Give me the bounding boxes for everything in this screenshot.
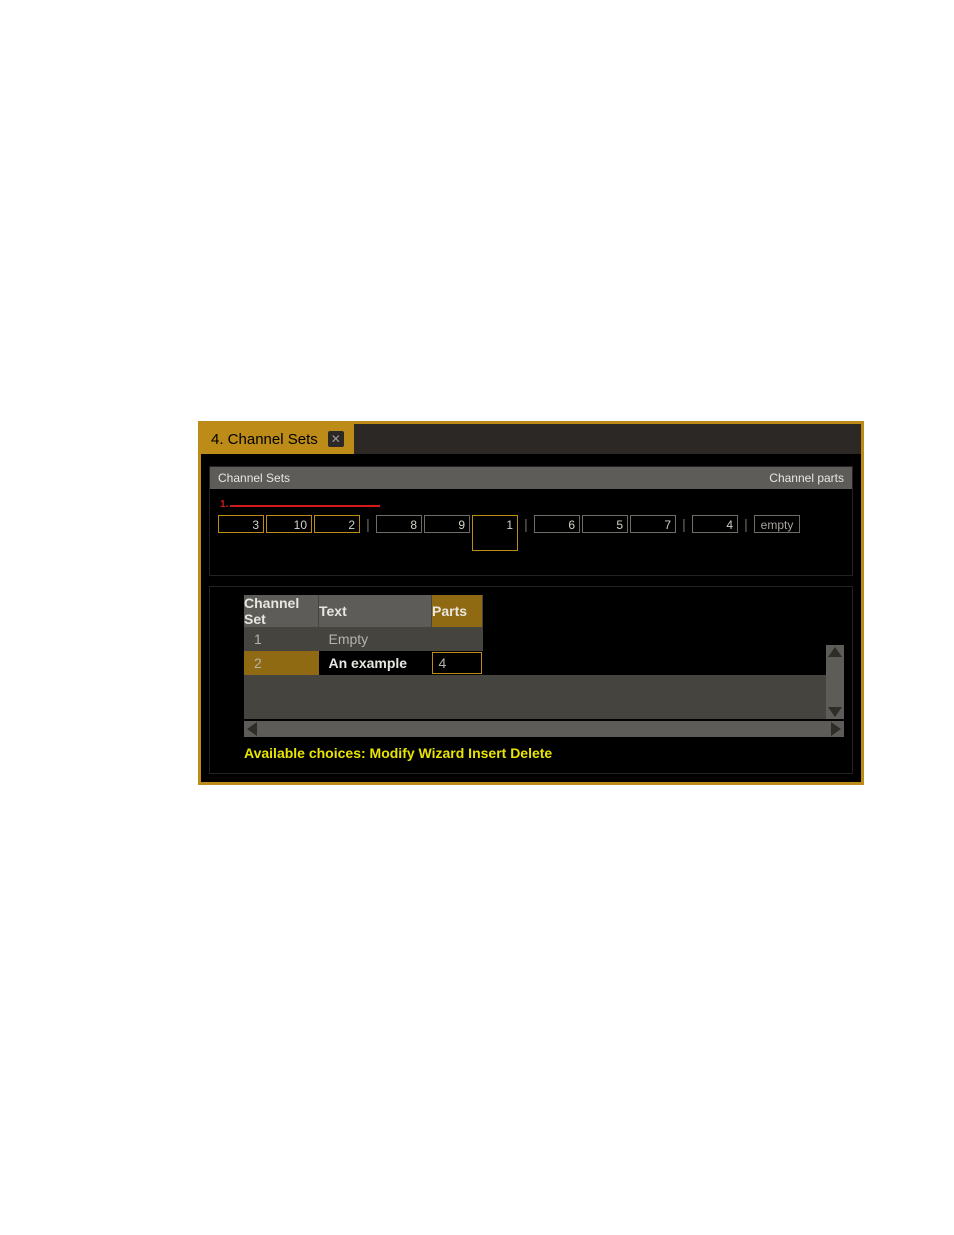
- slot[interactable]: 10: [266, 515, 312, 533]
- tab-bar: 4. Channel Sets ✕: [201, 424, 861, 454]
- scroll-left-icon[interactable]: [247, 722, 257, 736]
- close-icon[interactable]: ✕: [328, 431, 344, 447]
- cell-parts: [432, 627, 483, 651]
- slot[interactable]: 8: [376, 515, 422, 533]
- slot[interactable]: 9: [424, 515, 470, 533]
- slot-empty[interactable]: empty: [754, 515, 800, 533]
- parts-field[interactable]: 4: [432, 652, 482, 674]
- cell-text: An example: [319, 651, 432, 675]
- lower-panel: Channel Set Text Parts 1 Empty 2 An exam…: [209, 586, 853, 774]
- group-separator: |: [520, 515, 532, 533]
- slot[interactable]: 6: [534, 515, 580, 533]
- upper-panel: Channel Sets Channel parts 1. 3 10 2 | 8…: [209, 466, 853, 576]
- horizontal-scrollbar[interactable]: [244, 721, 844, 737]
- annotation-number: 1.: [220, 499, 228, 510]
- grid-area: Channel Set Text Parts 1 Empty 2 An exam…: [218, 595, 844, 719]
- slot[interactable]: 3: [218, 515, 264, 533]
- available-choices: Available choices: Modify Wizard Insert …: [218, 737, 844, 763]
- scroll-up-icon[interactable]: [828, 647, 842, 657]
- channel-set-table: Channel Set Text Parts 1 Empty 2 An exam…: [244, 595, 483, 675]
- cell-parts: 4: [432, 651, 483, 675]
- scroll-right-icon[interactable]: [831, 722, 841, 736]
- cell-id: 2: [244, 651, 319, 675]
- header-left-label: Channel Sets: [218, 471, 290, 485]
- header-right-label: Channel parts: [769, 471, 844, 485]
- slot-selected[interactable]: 1: [472, 515, 518, 551]
- cell-text: Empty: [319, 627, 432, 651]
- table-row[interactable]: 1 Empty: [244, 627, 483, 651]
- group-separator: |: [740, 515, 752, 533]
- scroll-down-icon[interactable]: [828, 707, 842, 717]
- slots-area: 1. 3 10 2 | 8 9 1 | 6 5 7 | 4 | empty: [210, 489, 852, 575]
- slot[interactable]: 4: [692, 515, 738, 533]
- slot[interactable]: 2: [314, 515, 360, 533]
- channel-sets-window: 4. Channel Sets ✕ Channel Sets Channel p…: [198, 421, 864, 785]
- cell-id: 1: [244, 627, 319, 651]
- group-separator: |: [678, 515, 690, 533]
- slot[interactable]: 7: [630, 515, 676, 533]
- panel-header: Channel Sets Channel parts: [210, 467, 852, 489]
- table-empty-area: [244, 675, 826, 719]
- table-row[interactable]: 2 An example 4: [244, 651, 483, 675]
- group-separator: |: [362, 515, 374, 533]
- col-header-text[interactable]: Text: [319, 595, 432, 627]
- tab-channel-sets[interactable]: 4. Channel Sets ✕: [201, 424, 354, 454]
- tab-label: 4. Channel Sets: [211, 431, 318, 448]
- slot-row: 3 10 2 | 8 9 1 | 6 5 7 | 4 | empty: [218, 515, 844, 535]
- vertical-scrollbar[interactable]: [826, 645, 844, 719]
- annotation-line: [230, 505, 380, 507]
- slot[interactable]: 5: [582, 515, 628, 533]
- col-header-parts[interactable]: Parts: [432, 595, 483, 627]
- col-header-channel-set[interactable]: Channel Set: [244, 595, 319, 627]
